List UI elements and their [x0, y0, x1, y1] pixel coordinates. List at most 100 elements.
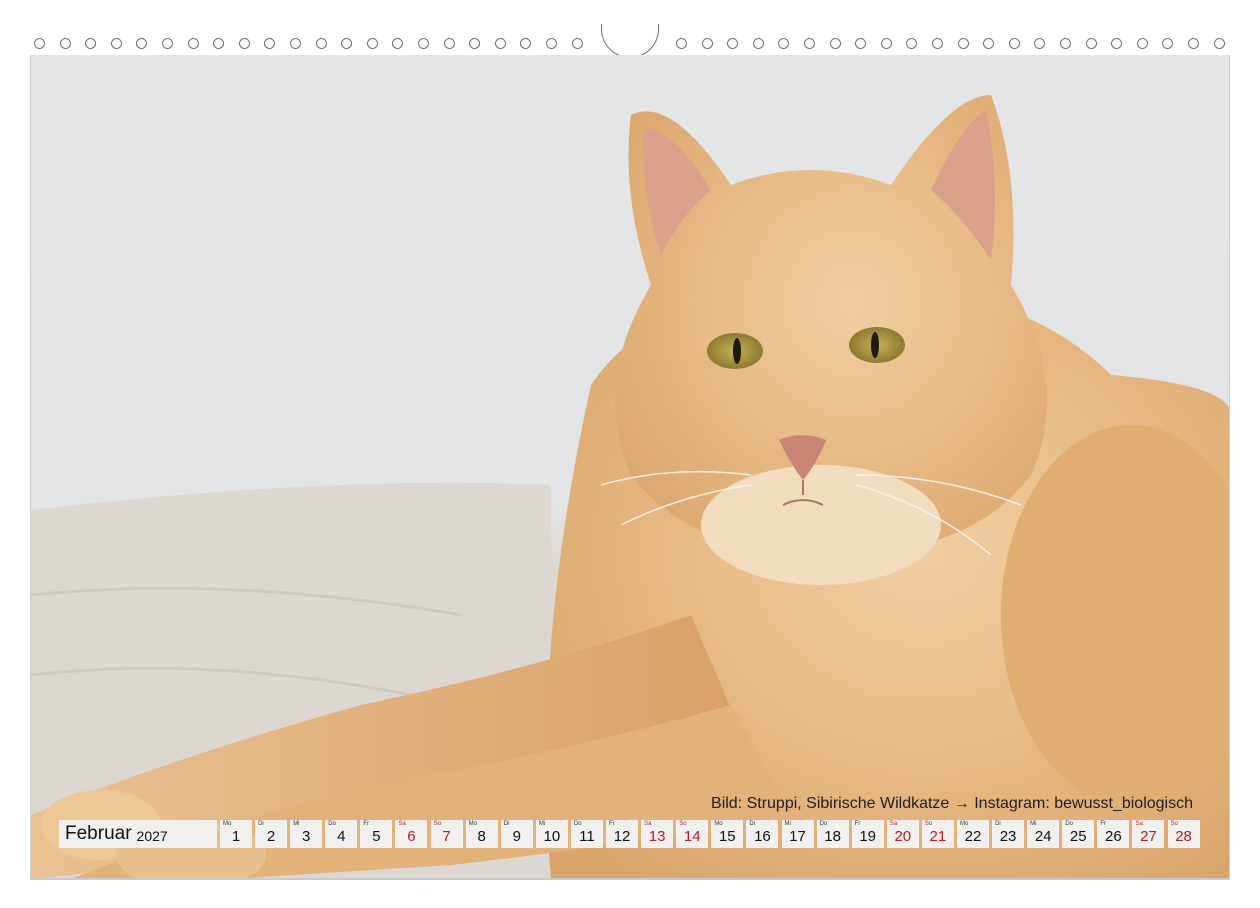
day-number: 21 — [929, 828, 947, 845]
weekday-label: Mo — [223, 821, 232, 827]
binding-hole — [59, 38, 71, 49]
weekday-label: Di — [749, 821, 756, 827]
binding-hole — [494, 38, 506, 49]
day-number: 24 — [1034, 828, 1052, 845]
weekday-label: Sa — [889, 821, 898, 827]
day-number: 18 — [824, 828, 841, 845]
day-number: 20 — [894, 828, 912, 845]
day-number: 3 — [302, 828, 311, 845]
day-cell: Sa 27 — [1132, 820, 1165, 848]
weekday-label: So — [433, 821, 441, 827]
binding-hole — [110, 38, 122, 49]
day-number: 12 — [613, 828, 631, 845]
day-number: 27 — [1140, 828, 1157, 845]
binding-hole — [162, 38, 173, 49]
binding-hole — [238, 38, 250, 49]
day-cell: Di 16 — [746, 820, 779, 848]
weekday-label: Mi — [538, 821, 546, 827]
weekday-label: So — [679, 821, 687, 827]
binding-hole — [1188, 38, 1199, 49]
weekday-label: So — [1170, 821, 1178, 827]
day-number: 19 — [859, 828, 877, 845]
weekday-label: Fr — [363, 821, 370, 827]
weekday-label: Di — [995, 821, 1001, 827]
weekday-label: So — [924, 821, 933, 827]
binding-hole — [392, 38, 404, 49]
day-cell: Mi 3 — [290, 820, 323, 848]
day-cell: So 7 — [430, 820, 463, 848]
day-number: 9 — [512, 828, 521, 845]
binding-hole — [1085, 38, 1097, 49]
binding-hole — [701, 38, 713, 49]
day-cell: Mo 15 — [711, 820, 744, 848]
cat-illustration — [31, 95, 1229, 879]
photo-caption: Bild: Struppi, Sibirische Wildkatze → In… — [711, 795, 1193, 812]
day-cell: Do 11 — [570, 820, 603, 848]
binding-hole — [880, 38, 892, 49]
binding-hole — [983, 38, 995, 49]
binding-hole — [804, 38, 815, 49]
binding-hole — [727, 38, 739, 49]
binding-hole — [469, 38, 481, 49]
weekday-label: Mi — [293, 821, 300, 827]
day-cell: Fr 5 — [360, 820, 393, 848]
day-cell: So 28 — [1167, 820, 1200, 848]
month-name: Februar — [65, 823, 132, 844]
binding-hole — [187, 38, 199, 49]
day-number: 25 — [1069, 828, 1087, 845]
binding-hole — [1034, 38, 1046, 49]
binding-hole — [341, 38, 353, 49]
binding-hole — [85, 38, 97, 49]
day-number: 16 — [754, 828, 771, 845]
day-cell: So 14 — [676, 820, 709, 848]
binding-hole — [315, 38, 327, 49]
binding-hole — [264, 38, 276, 49]
binding-hole — [778, 38, 790, 49]
day-number: 14 — [683, 828, 701, 845]
binding-hole — [34, 38, 45, 49]
weekday-label: Sa — [1135, 821, 1143, 827]
day-cell: Mo 22 — [956, 820, 989, 848]
day-number: 23 — [999, 828, 1017, 845]
day-cell: Mo 1 — [220, 820, 252, 848]
binding-hole — [213, 38, 225, 49]
binding-hole — [520, 38, 532, 49]
binding-hole — [443, 38, 455, 49]
weekday-label: Mi — [784, 821, 791, 827]
day-number: 13 — [648, 828, 666, 845]
day-number: 26 — [1105, 828, 1122, 845]
weekday-label: Sa — [644, 821, 652, 827]
weekday-label: Do — [573, 821, 582, 827]
day-number: 6 — [407, 828, 416, 845]
binding-hole — [957, 38, 969, 49]
day-cell: Mi 10 — [535, 820, 568, 848]
weekday-label: Do — [819, 821, 828, 827]
binding-hole — [752, 38, 764, 49]
binding-hole — [1162, 38, 1174, 49]
day-cell: Fr 26 — [1097, 820, 1130, 848]
weekday-label: Mo — [959, 821, 969, 827]
weekday-label: Fr — [1100, 821, 1107, 827]
cat-photo: Bild: Struppi, Sibirische Wildkatze → In… — [30, 55, 1230, 879]
day-cell: Fr 12 — [606, 820, 639, 848]
day-cell: Di 2 — [255, 820, 288, 848]
month-label: Februar 2027 — [59, 820, 217, 848]
weekday-label: Do — [1065, 821, 1073, 827]
day-number: 15 — [718, 828, 736, 845]
day-cell: Mi 17 — [781, 820, 814, 848]
day-cell: Sa 20 — [886, 820, 919, 848]
day-cell: Mi 24 — [1027, 820, 1060, 848]
binding-hole — [932, 38, 943, 49]
year: 2027 — [136, 827, 168, 844]
day-number: 7 — [442, 828, 451, 845]
weekday-label: Mo — [468, 821, 477, 827]
binding-hole — [1213, 38, 1225, 49]
binding-hole — [366, 38, 378, 49]
day-cell: Di 23 — [992, 820, 1025, 848]
day-number: 2 — [266, 828, 276, 845]
binding-hole — [546, 38, 557, 49]
day-cell: Mo 8 — [465, 820, 498, 848]
day-cell: Do 4 — [325, 820, 358, 848]
weekday-label: Mo — [714, 821, 723, 827]
day-number: 5 — [372, 828, 381, 845]
